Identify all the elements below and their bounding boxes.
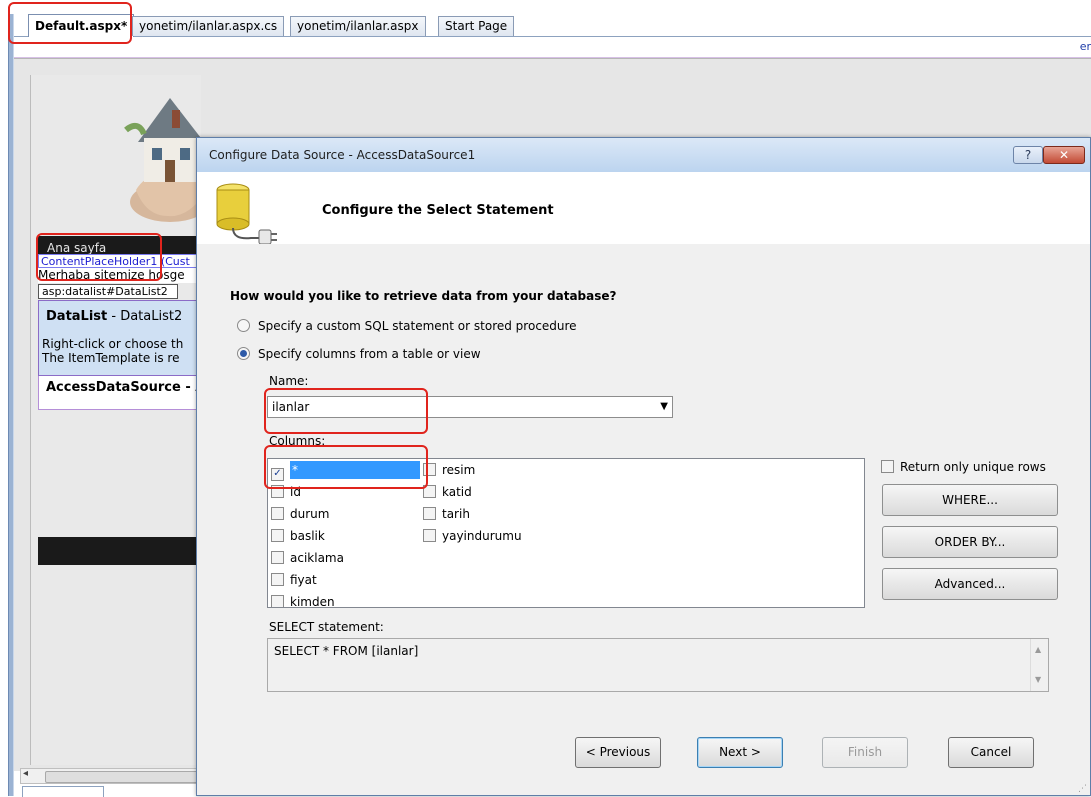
column-item-tarih[interactable]: tarih — [423, 505, 470, 523]
tab-start-page[interactable]: Start Page — [438, 16, 515, 36]
column-item-star[interactable]: ✓ * — [271, 461, 420, 481]
datalist-tag: asp:datalist#DataList2 — [38, 284, 178, 299]
help-button[interactable]: ? — [1013, 146, 1043, 164]
content-placeholder-label[interactable]: ContentPlaceHolder1 (Cust — [38, 254, 200, 268]
columns-label: Columns: — [269, 434, 326, 448]
previous-button[interactable]: < Previous — [575, 737, 661, 768]
checkbox-icon[interactable] — [881, 460, 894, 473]
datalist-control[interactable]: DataList - DataList2 Right-click or choo… — [38, 300, 200, 376]
cancel-button[interactable]: Cancel — [948, 737, 1034, 768]
columns-list[interactable]: ✓ * id durum baslik aciklama fiyat kimden… — [267, 458, 865, 608]
checkbox-icon[interactable] — [423, 463, 436, 476]
finish-button: Finish — [822, 737, 908, 768]
footer-bar — [38, 537, 200, 565]
scroll-left-arrow-icon[interactable]: ◂ — [23, 768, 28, 779]
toolbar-right-text: er — [1079, 40, 1091, 53]
checkbox-checked-icon[interactable]: ✓ — [271, 468, 284, 481]
checkbox-icon[interactable] — [271, 573, 284, 586]
radio-custom-sql[interactable]: Specify a custom SQL statement or stored… — [237, 319, 577, 333]
scroll-up-icon[interactable]: ▲ — [1035, 645, 1041, 654]
checkbox-icon[interactable] — [423, 485, 436, 498]
unique-rows-checkbox[interactable]: Return only unique rows — [881, 460, 1046, 474]
checkbox-icon[interactable] — [271, 485, 284, 498]
where-button[interactable]: WHERE... — [882, 484, 1058, 516]
checkbox-icon[interactable] — [423, 529, 436, 542]
column-item-katid[interactable]: katid — [423, 483, 472, 501]
horizontal-scrollbar[interactable]: ◂ — [20, 768, 207, 784]
ide-toolbar: er — [14, 37, 1091, 58]
database-icon — [216, 183, 277, 244]
nav-bar: Ana sayfa — [38, 236, 200, 256]
checkbox-icon[interactable] — [271, 529, 284, 542]
column-item-baslik[interactable]: baslik — [271, 527, 325, 545]
name-label: Name: — [269, 374, 309, 388]
document-tabstrip: Default.aspx* yonetim/ilanlar.aspx.cs yo… — [14, 14, 1091, 37]
radio-button-selected-icon[interactable] — [237, 347, 250, 360]
configure-data-source-dialog: Configure Data Source - AccessDataSource… — [196, 137, 1091, 796]
scroll-thumb[interactable] — [45, 771, 207, 783]
sql-statement-text: SELECT * FROM [ilanlar] — [274, 644, 419, 658]
dialog-title: Configure Data Source - AccessDataSource… — [209, 148, 476, 162]
column-item-kimden[interactable]: kimden — [271, 593, 335, 607]
column-item-id[interactable]: id — [271, 483, 301, 501]
column-item-durum[interactable]: durum — [271, 505, 329, 523]
tab-default-aspx[interactable]: Default.aspx* — [28, 14, 135, 37]
checkbox-icon[interactable] — [271, 551, 284, 564]
checkbox-icon[interactable] — [423, 507, 436, 520]
next-button[interactable]: Next > — [697, 737, 783, 768]
radio-table-columns[interactable]: Specify columns from a table or view — [237, 347, 481, 361]
dialog-heading: Configure the Select Statement — [322, 203, 554, 218]
tab-ilanlar-aspx-cs[interactable]: yonetim/ilanlar.aspx.cs — [132, 16, 285, 36]
bottom-view-tab[interactable] — [22, 786, 104, 797]
sql-scrollbar[interactable]: ▲ ▼ — [1030, 639, 1048, 691]
column-item-yayindurumu[interactable]: yayindurumu — [423, 527, 522, 545]
tab-ilanlar-aspx[interactable]: yonetim/ilanlar.aspx — [290, 16, 426, 36]
checkbox-icon[interactable] — [271, 595, 284, 607]
column-item-fiyat[interactable]: fiyat — [271, 571, 317, 589]
order-by-button[interactable]: ORDER BY... — [882, 526, 1058, 558]
close-button[interactable]: ✕ — [1043, 146, 1085, 164]
column-item-resim[interactable]: resim — [423, 461, 475, 479]
chevron-down-icon: ▼ — [660, 401, 668, 412]
dialog-titlebar: Configure Data Source - AccessDataSource… — [197, 138, 1090, 173]
resize-grip-icon[interactable]: ⋰ — [1078, 785, 1087, 794]
datalist-title: DataList - DataList2 — [46, 309, 183, 324]
scroll-down-icon[interactable]: ▼ — [1035, 675, 1041, 684]
sql-statement-label: SELECT statement: — [269, 620, 384, 634]
column-item-aciklama[interactable]: aciklama — [271, 549, 344, 567]
radio-button-icon[interactable] — [237, 319, 250, 332]
advanced-button[interactable]: Advanced... — [882, 568, 1058, 600]
sql-statement-box[interactable]: SELECT * FROM [ilanlar] ▲ ▼ — [267, 638, 1049, 692]
access-datasource-control[interactable]: AccessDataSource - A — [38, 376, 200, 410]
checkbox-icon[interactable] — [271, 507, 284, 520]
dialog-header: Configure the Select Statement — [197, 172, 1090, 244]
nav-home-link[interactable]: Ana sayfa — [47, 241, 106, 255]
retrieve-data-question: How would you like to retrieve data from… — [230, 289, 617, 303]
table-name-select[interactable]: ilanlar ▼ — [267, 396, 673, 418]
datalist-description: Right-click or choose th The ItemTemplat… — [42, 337, 184, 365]
welcome-text: Merhaba sitemize hosge — [38, 268, 200, 283]
